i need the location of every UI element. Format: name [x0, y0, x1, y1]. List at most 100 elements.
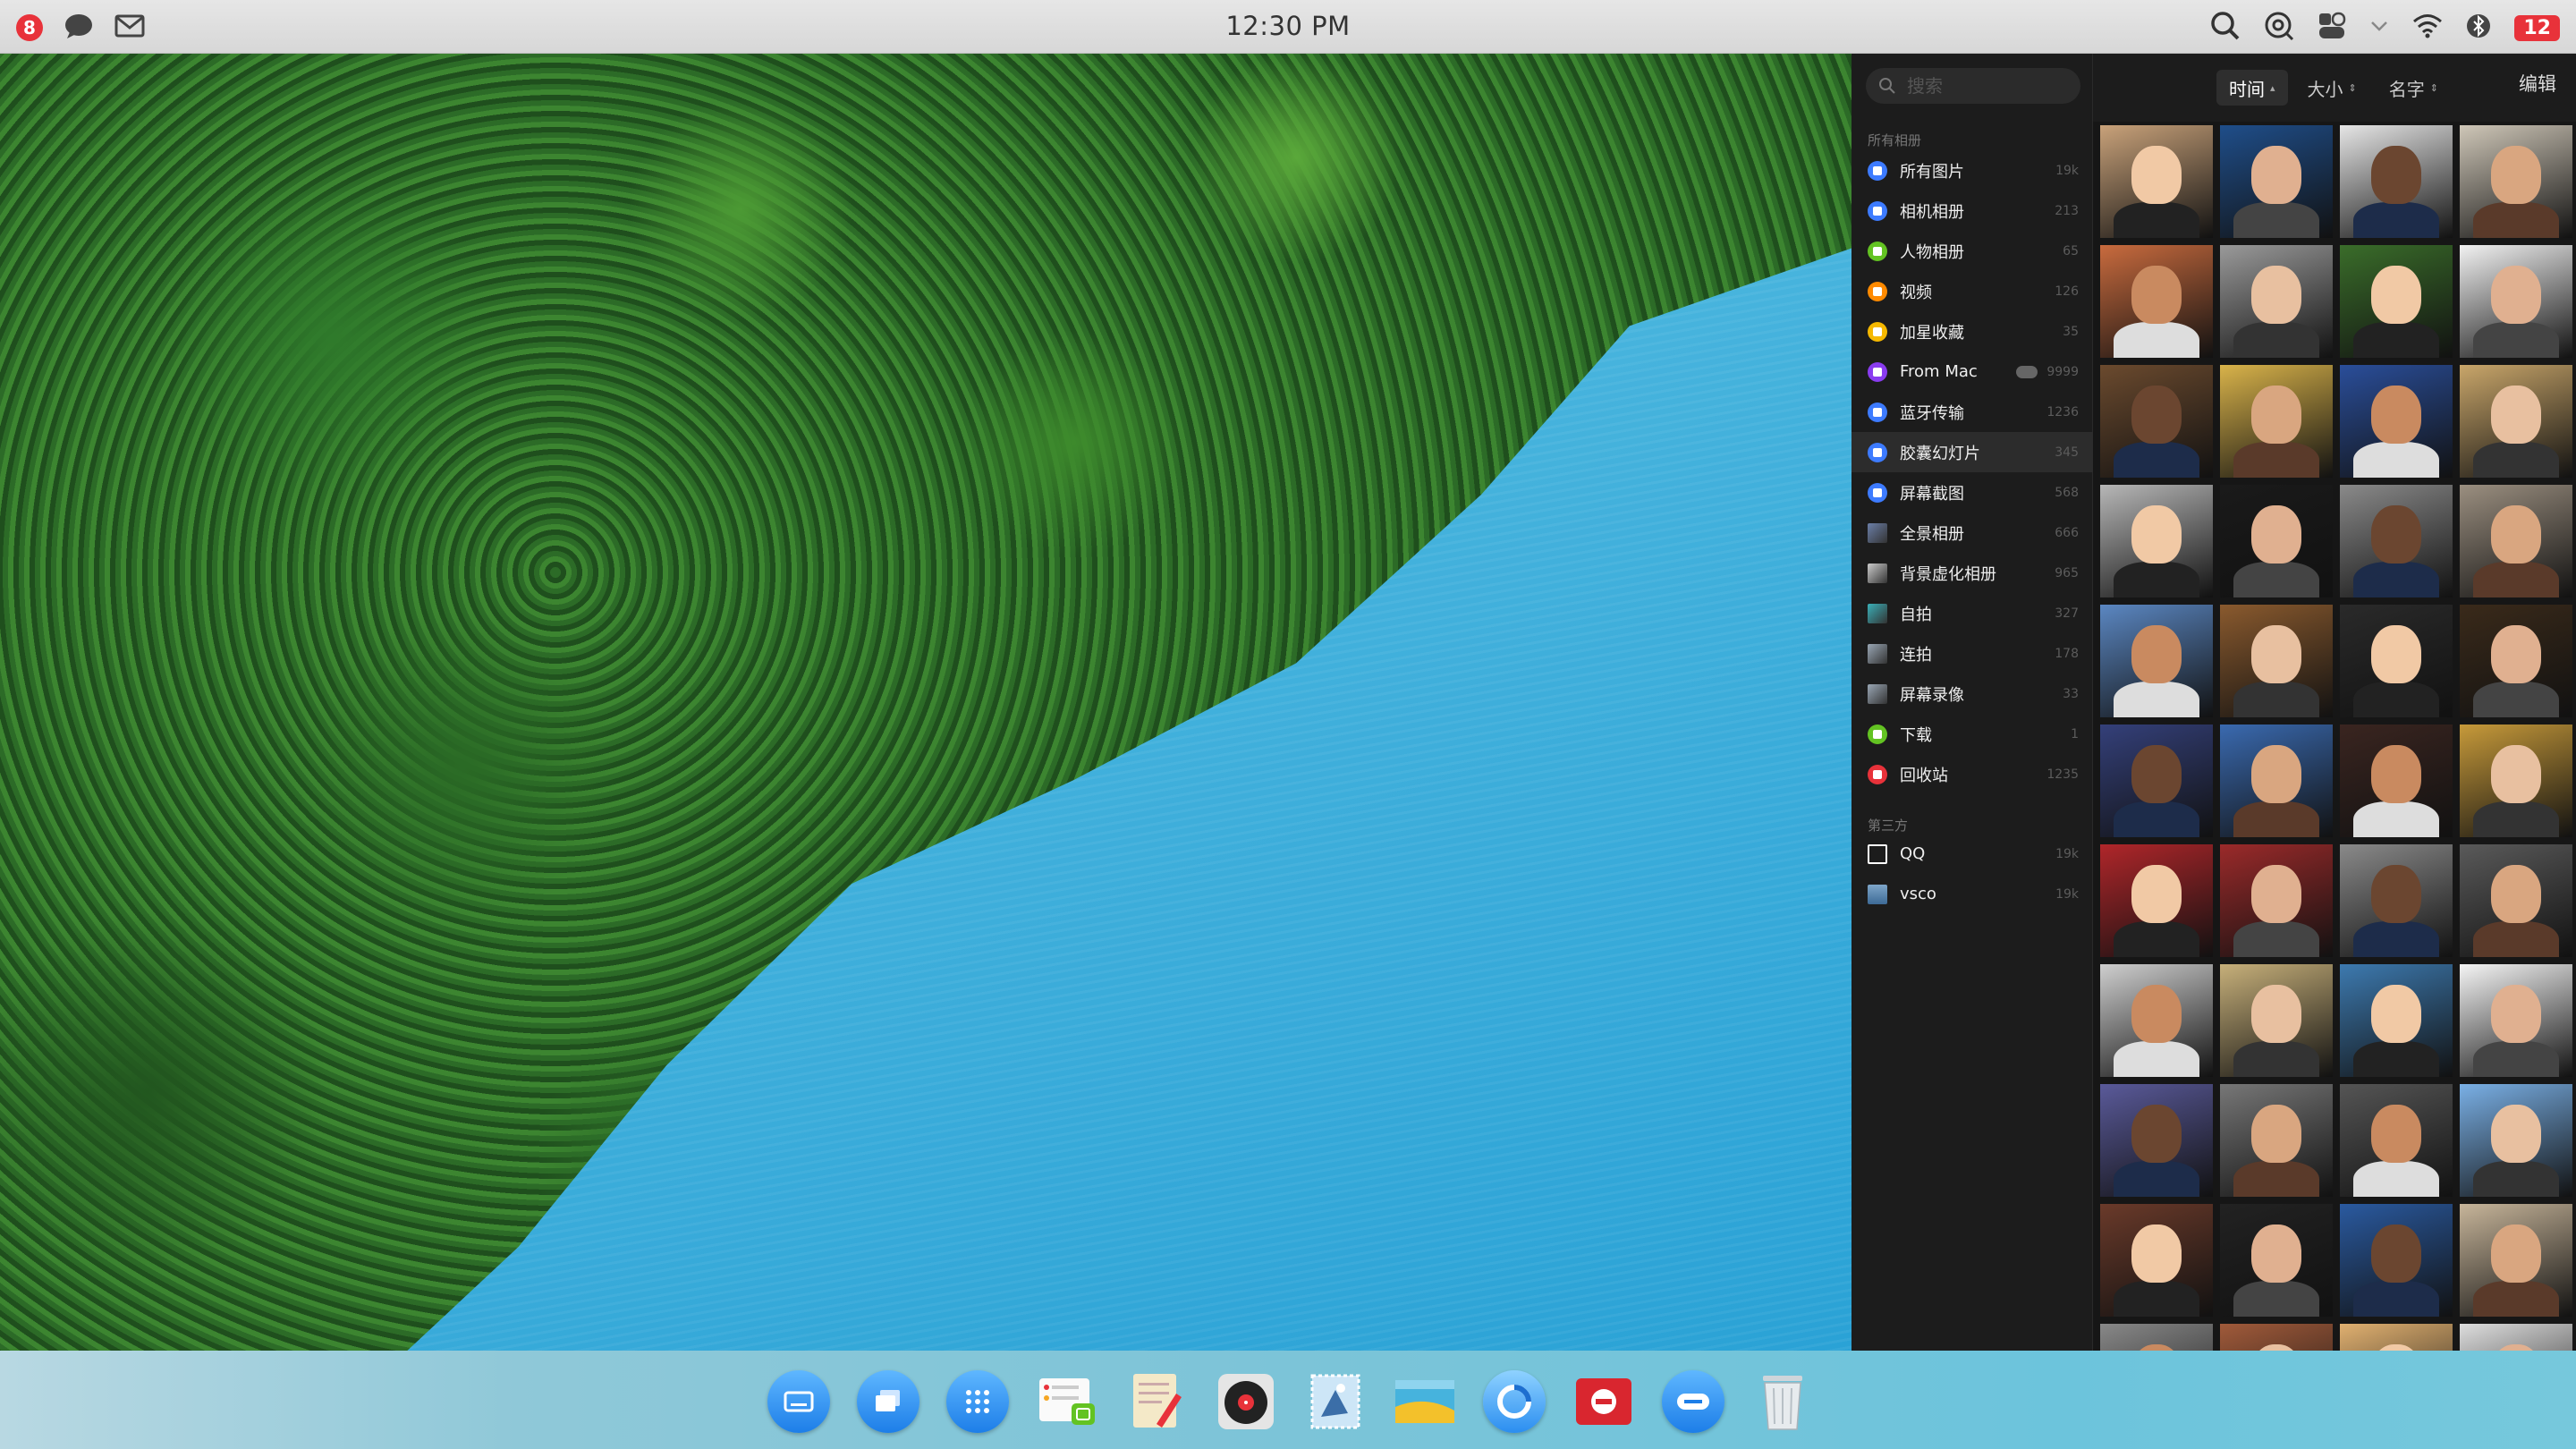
- unread-count-badge[interactable]: 12: [2514, 14, 2560, 41]
- album-item[interactable]: 蓝牙传输 1236: [1852, 392, 2093, 432]
- photo-thumbnail[interactable]: [2220, 605, 2333, 717]
- dock-keyboard-icon[interactable]: [767, 1370, 830, 1433]
- dock-store-icon[interactable]: [1572, 1370, 1635, 1433]
- photo-thumbnail[interactable]: [2460, 724, 2572, 837]
- photo-thumbnail[interactable]: [2100, 1204, 2213, 1317]
- mail-icon[interactable]: [114, 14, 145, 41]
- search-input[interactable]: [1907, 75, 2059, 97]
- photo-figure-body: [2353, 920, 2439, 957]
- photo-thumbnail[interactable]: [2220, 964, 2333, 1077]
- search-icon[interactable]: [2210, 11, 2241, 45]
- album-item[interactable]: 背景虚化相册 965: [1852, 553, 2093, 593]
- control-center-icon[interactable]: [2318, 12, 2346, 44]
- edit-button[interactable]: 编辑: [2519, 70, 2556, 97]
- photo-thumbnail[interactable]: [2220, 365, 2333, 478]
- photo-thumbnail[interactable]: [2340, 1204, 2453, 1317]
- chat-icon[interactable]: [64, 13, 93, 43]
- photo-thumbnail[interactable]: [2340, 245, 2453, 358]
- photo-thumbnail[interactable]: [2220, 485, 2333, 597]
- album-item[interactable]: 屏幕截图 568: [1852, 472, 2093, 513]
- album-item[interactable]: 胶囊幻灯片 345: [1852, 432, 2093, 472]
- photo-thumbnail[interactable]: [2460, 605, 2572, 717]
- album-item[interactable]: 全景相册 666: [1852, 513, 2093, 553]
- photo-thumbnail[interactable]: [2220, 245, 2333, 358]
- album-item[interactable]: 下载 1: [1852, 714, 2093, 754]
- photo-figure-head: [2491, 1104, 2541, 1164]
- photo-thumbnail[interactable]: [2460, 245, 2572, 358]
- photo-thumbnail[interactable]: [2460, 365, 2572, 478]
- photo-thumbnail[interactable]: [2340, 605, 2453, 717]
- photo-thumbnail[interactable]: [2100, 724, 2213, 837]
- album-item[interactable]: 屏幕录像 33: [1852, 674, 2093, 714]
- photo-thumbnail[interactable]: [2100, 365, 2213, 478]
- photo-figure-head: [2251, 624, 2301, 684]
- photo-thumbnail[interactable]: [2220, 1204, 2333, 1317]
- album-item[interactable]: 回收站 1235: [1852, 754, 2093, 794]
- wifi-icon[interactable]: [2412, 13, 2443, 42]
- album-item[interactable]: 相机相册 213: [1852, 191, 2093, 231]
- photo-thumbnail[interactable]: [2340, 1084, 2453, 1197]
- photo-figure-head: [2131, 265, 2182, 325]
- album-item-vsco[interactable]: vsco 19k: [1852, 874, 2093, 914]
- album-item[interactable]: 加星收藏 35: [1852, 311, 2093, 352]
- photo-thumbnail[interactable]: [2460, 485, 2572, 597]
- dock-notes-icon[interactable]: [1036, 1370, 1098, 1433]
- dock-trash-icon[interactable]: [1751, 1370, 1814, 1433]
- photo-thumbnail[interactable]: [2100, 844, 2213, 957]
- photo-thumbnail[interactable]: [2340, 125, 2453, 238]
- photo-thumbnail[interactable]: [2100, 245, 2213, 358]
- photo-thumbnail[interactable]: [2220, 1084, 2333, 1197]
- dock-music-icon[interactable]: [1215, 1370, 1277, 1433]
- photo-figure-head: [2131, 624, 2182, 684]
- dock-launcher-icon[interactable]: [946, 1370, 1009, 1433]
- dock-browser-icon[interactable]: [1483, 1370, 1546, 1433]
- album-item-qq[interactable]: QQ 19k: [1852, 834, 2093, 874]
- sort-arrow-icon: ⇕: [2429, 81, 2438, 94]
- dock-messages-icon[interactable]: [1662, 1370, 1724, 1433]
- notification-badge[interactable]: 8: [16, 14, 43, 41]
- album-icon: [1868, 281, 1887, 301]
- photo-thumbnail[interactable]: [2460, 1084, 2572, 1197]
- photo-figure-head: [2371, 984, 2421, 1044]
- album-count: 1235: [2046, 767, 2079, 782]
- photo-thumbnail[interactable]: [2220, 724, 2333, 837]
- photo-thumbnail[interactable]: [2460, 964, 2572, 1077]
- album-item[interactable]: 人物相册 65: [1852, 231, 2093, 271]
- photo-thumbnail[interactable]: [2340, 964, 2453, 1077]
- photo-thumbnail[interactable]: [2100, 605, 2213, 717]
- photo-thumbnail[interactable]: [2460, 1204, 2572, 1317]
- photo-thumbnail[interactable]: [2220, 125, 2333, 238]
- photo-figure-head: [2251, 744, 2301, 804]
- dock-windows-icon[interactable]: [857, 1370, 919, 1433]
- photo-thumbnail[interactable]: [2340, 485, 2453, 597]
- album-item[interactable]: 视频 126: [1852, 271, 2093, 311]
- photo-figure-body: [2114, 1040, 2199, 1077]
- sort-by-time-button[interactable]: 时间 ▴: [2216, 70, 2288, 106]
- photo-thumbnail[interactable]: [2100, 964, 2213, 1077]
- album-item[interactable]: From Mac 9999: [1852, 352, 2093, 392]
- sort-by-size-button[interactable]: 大小 ⇕: [2295, 70, 2369, 106]
- search-box[interactable]: [1866, 68, 2080, 104]
- photo-thumbnail[interactable]: [2100, 125, 2213, 238]
- album-icon: [1868, 442, 1887, 462]
- photo-thumbnail[interactable]: [2340, 365, 2453, 478]
- photo-thumbnail[interactable]: [2100, 485, 2213, 597]
- spotlight-icon[interactable]: [2264, 11, 2294, 45]
- album-item[interactable]: 连拍 178: [1852, 633, 2093, 674]
- photo-thumbnail[interactable]: [2340, 724, 2453, 837]
- photo-thumbnail[interactable]: [2220, 844, 2333, 957]
- chevron-down-icon[interactable]: [2369, 19, 2389, 37]
- album-item[interactable]: 自拍 327: [1852, 593, 2093, 633]
- photo-figure-body: [2114, 681, 2199, 717]
- bluetooth-icon[interactable]: [2466, 13, 2491, 43]
- dock-editor-icon[interactable]: [1125, 1370, 1188, 1433]
- sort-by-name-button[interactable]: 名字 ⇕: [2377, 70, 2451, 106]
- photo-thumbnail[interactable]: [2460, 844, 2572, 957]
- album-item[interactable]: 所有图片 19k: [1852, 150, 2093, 191]
- photo-figure-body: [2233, 1280, 2319, 1317]
- photo-thumbnail[interactable]: [2100, 1084, 2213, 1197]
- photo-thumbnail[interactable]: [2340, 844, 2453, 957]
- dock-photos-icon[interactable]: [1394, 1370, 1456, 1433]
- photo-thumbnail[interactable]: [2460, 125, 2572, 238]
- dock-mail-icon[interactable]: [1304, 1370, 1367, 1433]
